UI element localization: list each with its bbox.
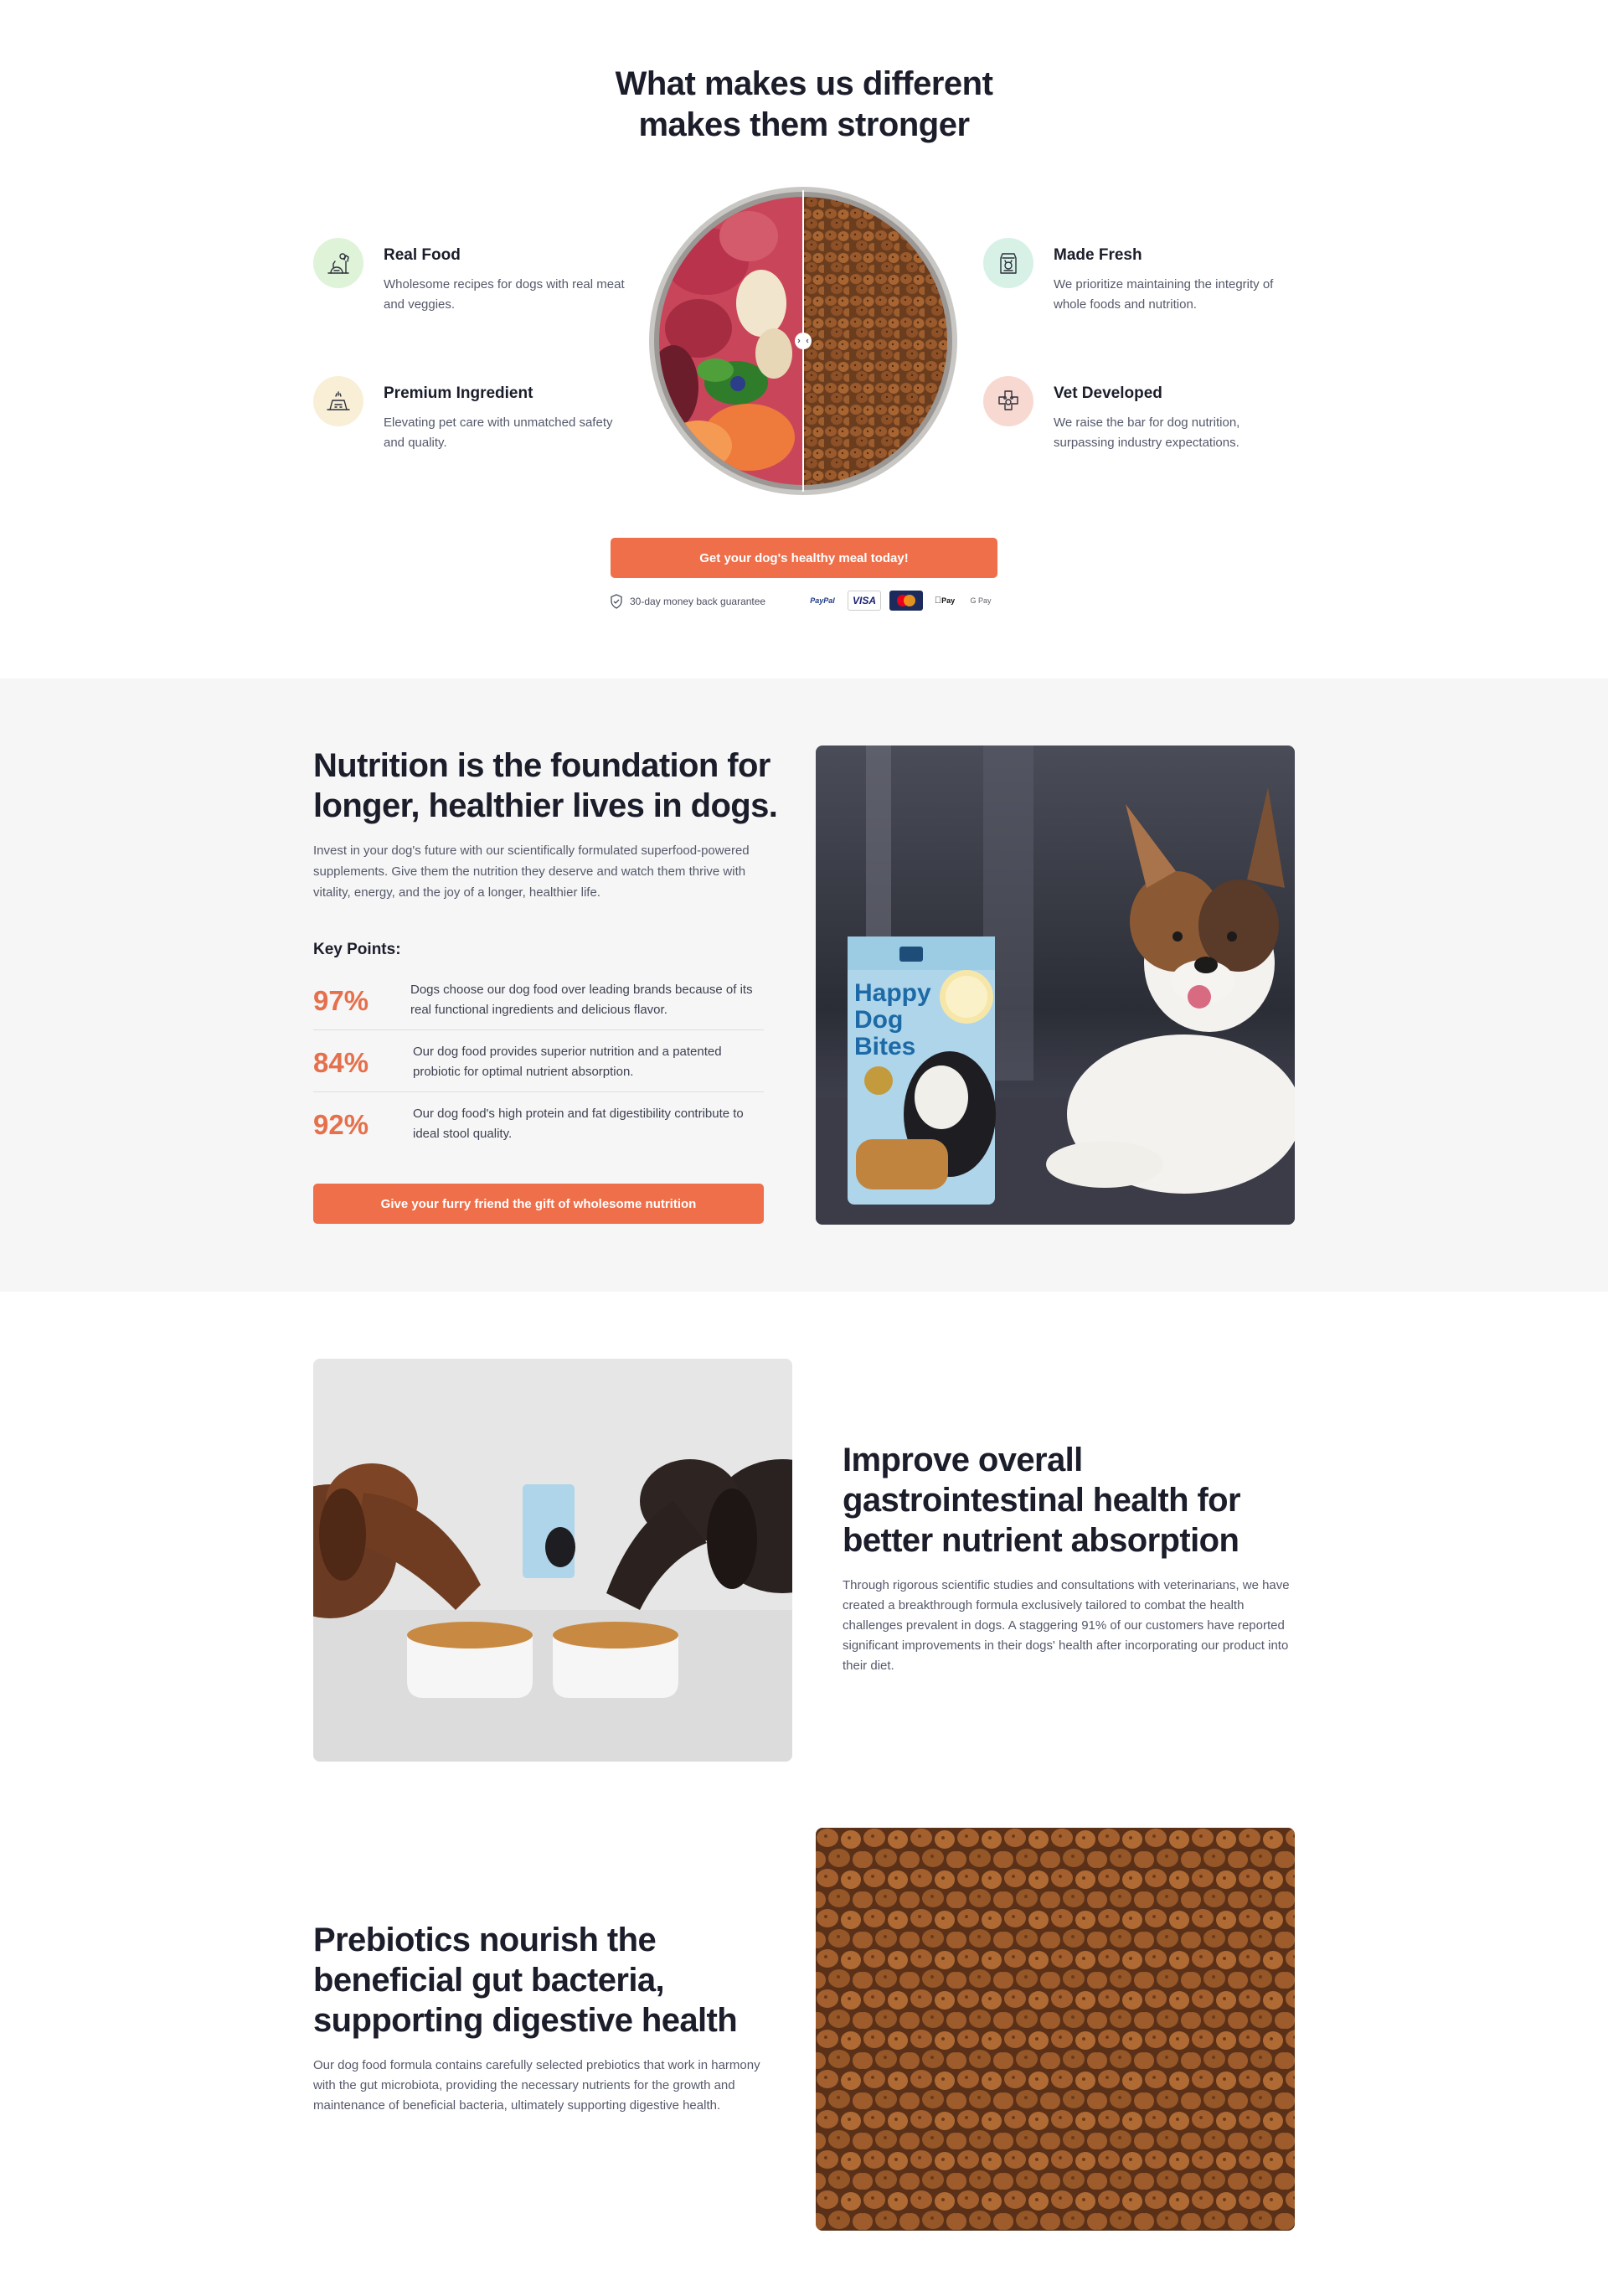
nutrition-heading: Nutrition is the foundation for longer, … bbox=[313, 747, 778, 824]
heading-line-1: What makes us different bbox=[615, 65, 993, 102]
key-point-text: Our dog food provides superior nutrition… bbox=[413, 1045, 722, 1079]
bag-brand-text-3: Bites bbox=[854, 1033, 915, 1060]
key-point-value: 97% bbox=[313, 985, 369, 1016]
visa-icon: VISA bbox=[848, 591, 881, 611]
section-heading: What makes us different makes them stron… bbox=[553, 64, 1055, 146]
paypal-icon: PayPal bbox=[810, 596, 835, 605]
prebiotics-description: Our dog food formula contains carefully … bbox=[313, 2058, 760, 2113]
key-points-label: Key Points: bbox=[313, 941, 401, 958]
feature-title: Real Food bbox=[384, 246, 461, 264]
google-pay-icon: G Pay bbox=[970, 596, 992, 605]
key-point-text: Our dog food's high protein and fat dige… bbox=[413, 1107, 744, 1141]
shield-check-icon bbox=[611, 594, 622, 609]
bag-brand-text-2: Dog bbox=[854, 1006, 903, 1034]
nutrition-description: Invest in your dog's future with our sci… bbox=[313, 844, 750, 900]
feature-description: We raise the bar for dog nutrition, surp… bbox=[1054, 415, 1240, 450]
apple-pay-icon: Pay bbox=[931, 591, 958, 611]
feature-title: Vet Developed bbox=[1054, 384, 1162, 402]
nutrition-section: Nutrition is the foundation for longer, … bbox=[0, 678, 1608, 1292]
payment-methods: PayPal VISA Pay G Pay bbox=[806, 591, 995, 611]
key-point-row: 92% Our dog food's high protein and fat … bbox=[313, 1092, 764, 1154]
apple-pay-label: Pay bbox=[937, 596, 955, 605]
feature-description: Wholesome recipes for dogs with real mea… bbox=[384, 277, 625, 312]
vet-paw-icon bbox=[983, 376, 1033, 426]
dog-with-food-bag-photo: Happy Dog Bites bbox=[816, 746, 1295, 1225]
kibble-closeup-photo bbox=[816, 1828, 1295, 2231]
benefits-section: Improve overall gastrointestinal health … bbox=[0, 1292, 1608, 2296]
wholesome-nutrition-cta-button[interactable]: Give your furry friend the gift of whole… bbox=[313, 1184, 764, 1224]
bag-brand-text-1: Happy bbox=[854, 979, 931, 1007]
feature-title: Made Fresh bbox=[1054, 246, 1142, 264]
feature-description: We prioritize maintaining the integrity … bbox=[1054, 277, 1274, 312]
heading-line-2: makes them stronger bbox=[638, 106, 970, 143]
prebiotics-heading: Prebiotics nourish the beneficial gut ba… bbox=[313, 1922, 738, 2039]
food-bowl-icon bbox=[313, 376, 363, 426]
money-back-guarantee: 30-day money back guarantee bbox=[610, 593, 765, 610]
mastercard-icon bbox=[889, 591, 923, 611]
food-bag-icon bbox=[983, 238, 1033, 288]
key-point-value: 84% bbox=[313, 1047, 369, 1078]
key-point-text: Dogs choose our dog food over leading br… bbox=[410, 983, 753, 1017]
features-section: What makes us different makes them stron… bbox=[0, 0, 1608, 678]
gut-health-heading: Improve overall gastrointestinal health … bbox=[843, 1442, 1241, 1559]
gut-health-description: Through rigorous scientific studies and … bbox=[843, 1578, 1290, 1673]
two-dogs-eating-photo bbox=[313, 1359, 792, 1762]
guarantee-text: 30-day money back guarantee bbox=[630, 596, 766, 607]
feature-description: Elevating pet care with unmatched safety… bbox=[384, 415, 613, 450]
key-point-value: 92% bbox=[313, 1109, 369, 1140]
dog-with-food-icon bbox=[313, 238, 363, 288]
healthy-meal-cta-button[interactable]: Get your dog's healthy meal today! bbox=[611, 538, 997, 578]
food-bowl-image bbox=[648, 186, 958, 496]
key-point-row: 84% Our dog food provides superior nutri… bbox=[313, 1030, 764, 1092]
key-point-row: 97% Dogs choose our dog food over leadin… bbox=[313, 968, 764, 1030]
feature-title: Premium Ingredient bbox=[384, 384, 533, 402]
